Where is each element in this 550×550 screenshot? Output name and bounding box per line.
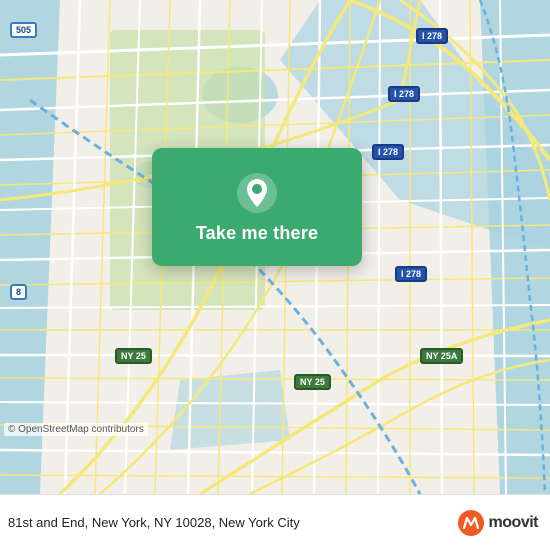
location-pin-icon	[235, 171, 279, 215]
map-attribution: © OpenStreetMap contributors	[4, 423, 148, 436]
road-badge-ny25a: NY 25A	[420, 348, 463, 364]
road-badge-i278-4: I 278	[395, 266, 427, 282]
road-badge-i278-1: I 278	[416, 28, 448, 44]
bottom-bar: 81st and End, New York, NY 10028, New Yo…	[0, 494, 550, 550]
road-badge-ny25-1: NY 25	[115, 348, 152, 364]
road-badge-ny25-2: NY 25	[294, 374, 331, 390]
take-me-there-label: Take me there	[196, 223, 318, 244]
location-text: 81st and End, New York, NY 10028, New Yo…	[8, 515, 300, 530]
road-badge-505: 505	[10, 22, 37, 38]
moovit-brand-icon	[457, 509, 485, 537]
map-container: 505 I 278 I 278 I 278 I 278 8 NY 25 NY 2…	[0, 0, 550, 494]
take-me-there-card[interactable]: Take me there	[152, 148, 362, 266]
road-badge-i278-2: I 278	[388, 86, 420, 102]
moovit-text: moovit	[489, 514, 538, 532]
road-badge-8: 8	[10, 284, 27, 300]
road-badge-i278-3: I 278	[372, 144, 404, 160]
moovit-logo: moovit	[457, 509, 538, 537]
